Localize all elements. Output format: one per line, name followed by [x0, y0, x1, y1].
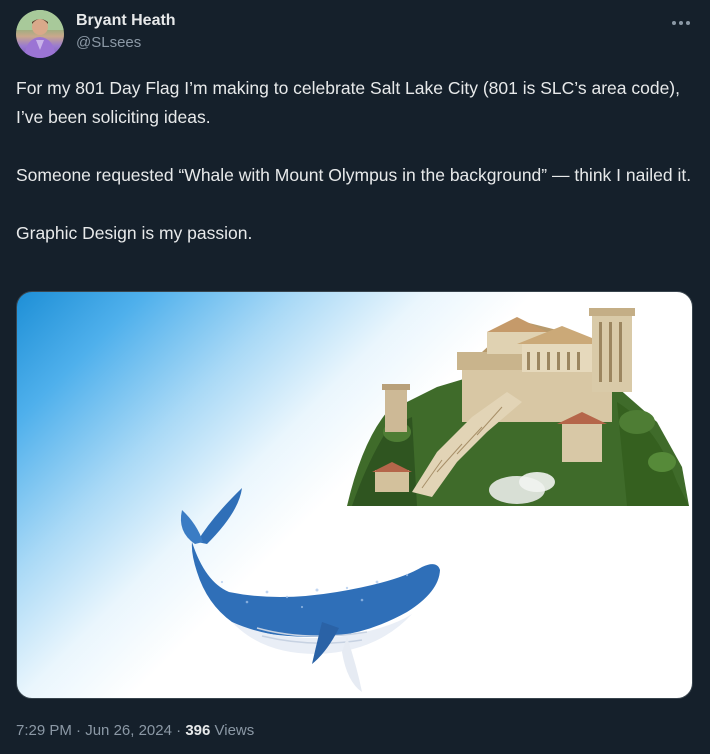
- views-count: 396: [185, 722, 211, 739]
- whale-graphic: [180, 488, 440, 692]
- avatar-image: [16, 10, 64, 58]
- tweet-paragraph: Graphic Design is my passion.: [16, 223, 253, 243]
- tweet-date[interactable]: Jun 26, 2024: [85, 722, 172, 739]
- more-options-button[interactable]: [668, 10, 694, 36]
- tweet-meta: 7:29 PM · Jun 26, 2024 · 396 Views: [16, 721, 254, 741]
- tweet-time[interactable]: 7:29 PM: [16, 722, 72, 739]
- meta-separator: ·: [71, 722, 86, 739]
- meta-separator: ·: [171, 722, 186, 739]
- tweet-card: Bryant Heath @SLsees For my 801 Day Flag…: [0, 0, 710, 754]
- avatar[interactable]: [16, 10, 64, 58]
- whale-olympus-illustration: [180, 308, 689, 692]
- tweet-paragraph: For my 801 Day Flag I’m making to celebr…: [16, 78, 680, 127]
- tweet-paragraph: Someone requested “Whale with Mount Olym…: [16, 165, 692, 185]
- more-horizontal-icon: [672, 21, 690, 25]
- author-handle[interactable]: @SLsees: [76, 33, 141, 53]
- tweet-image[interactable]: [16, 291, 693, 699]
- tweet-text: For my 801 Day Flag I’m making to celebr…: [16, 74, 696, 277]
- author-name[interactable]: Bryant Heath: [76, 11, 176, 31]
- views-label: Views: [210, 722, 255, 739]
